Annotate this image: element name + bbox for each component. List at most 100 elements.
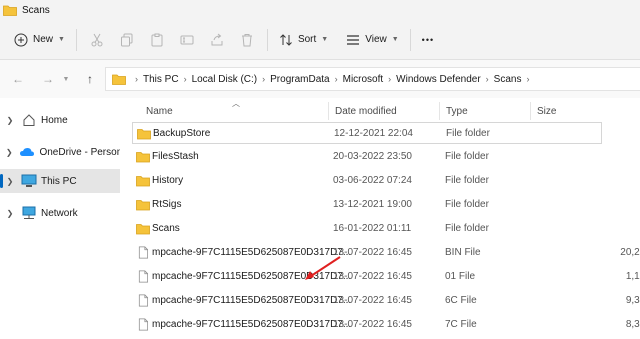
chevron-down-icon: ▼: [62, 75, 70, 83]
sidebar-item-label: OneDrive - Personal: [39, 146, 120, 158]
file-size: 9,346 KB: [625, 295, 640, 306]
file-name: RtSigs: [152, 199, 182, 210]
file-icon: [138, 246, 149, 259]
file-row[interactable]: mpcache-9F7C1115E5D625087E0D317D7... 13-0…: [132, 290, 640, 312]
arrow-up-icon: ↑: [87, 72, 93, 86]
annotation-arrow: [305, 256, 341, 280]
chevron-right-icon: ›: [135, 74, 138, 84]
scissors-icon: [91, 33, 103, 46]
toolbar-divider: [266, 28, 268, 51]
folder-icon: [136, 200, 150, 211]
chevron-right-icon[interactable]: ›: [388, 74, 391, 84]
view-button[interactable]: View ▼: [340, 26, 404, 54]
sidebar-item-onedrive[interactable]: ❯ OneDrive - Personal: [0, 140, 120, 164]
rename-button[interactable]: [172, 26, 202, 54]
sort-button[interactable]: Sort ▼: [273, 26, 334, 54]
file-row[interactable]: mpcache-9F7C1115E5D625087E0D317D7... 13-0…: [132, 314, 640, 336]
toolbar-divider: [409, 28, 411, 51]
up-button[interactable]: ↑: [78, 67, 102, 91]
breadcrumb-local-disk[interactable]: Local Disk (C:): [192, 74, 258, 85]
file-name: BackupStore: [153, 128, 211, 139]
clipboard-icon: [151, 33, 163, 46]
breadcrumb-programdata[interactable]: ProgramData: [270, 74, 329, 85]
file-size: 1,192 KB: [625, 271, 640, 282]
file-type: File folder: [445, 223, 489, 234]
file-size: 8,316 KB: [625, 319, 640, 330]
address-bar[interactable]: › This PC › Local Disk (C:) › ProgramDat…: [105, 67, 640, 91]
chevron-right-icon[interactable]: ❯: [3, 148, 15, 157]
sidebar-item-this-pc[interactable]: ❯ This PC: [0, 169, 120, 193]
delete-button[interactable]: [232, 26, 262, 54]
column-header-date[interactable]: Date modified: [335, 106, 397, 117]
file-date-modified: 13-12-2021 19:00: [333, 199, 412, 210]
folder-row[interactable]: BackupStore 12-12-2021 22:04 File folder: [132, 122, 602, 144]
toolbar-divider: [75, 28, 77, 51]
breadcrumb-this-pc[interactable]: This PC: [143, 74, 179, 85]
chevron-right-icon[interactable]: ❯: [3, 177, 17, 186]
chevron-right-icon[interactable]: ❯: [3, 209, 17, 218]
navigation-pane: ❯ Home ❯ OneDrive - Personal ❯ This PC ❯…: [0, 98, 120, 339]
breadcrumb-scans[interactable]: Scans: [494, 74, 522, 85]
more-options-button[interactable]: •••: [416, 26, 440, 54]
column-divider[interactable]: [328, 102, 329, 120]
column-divider[interactable]: [439, 102, 440, 120]
breadcrumb-microsoft[interactable]: Microsoft: [343, 74, 384, 85]
recent-locations-button[interactable]: ▼: [60, 67, 72, 91]
column-header-size[interactable]: Size: [537, 106, 556, 117]
file-list-pane: ︿ Name Date modified Type Size BackupSto…: [122, 98, 640, 339]
view-list-icon: [347, 34, 360, 45]
sidebar-item-network[interactable]: ❯ Network: [0, 201, 120, 225]
file-row[interactable]: mpcache-9F7C1115E5D625087E0D317D7... 13-0…: [132, 242, 640, 264]
file-type: 01 File: [445, 271, 476, 282]
column-header-row: ︿ Name Date modified Type Size: [122, 98, 640, 122]
network-icon: [21, 205, 37, 221]
title-bar: Scans: [0, 0, 640, 20]
forward-button[interactable]: →: [36, 67, 60, 91]
copy-button[interactable]: [112, 26, 142, 54]
file-name: mpcache-9F7C1115E5D625087E0D317D7...: [152, 319, 352, 330]
back-button[interactable]: ←: [6, 67, 30, 91]
more-dots-icon: •••: [421, 34, 435, 45]
folder-row[interactable]: Scans 16-01-2022 01:11 File folder: [132, 218, 602, 240]
sidebar-item-label: This PC: [41, 175, 77, 187]
file-date-modified: 13-07-2022 16:45: [333, 247, 412, 258]
paste-button[interactable]: [142, 26, 172, 54]
column-header-type[interactable]: Type: [446, 106, 468, 117]
command-bar: New ▼ Sort ▼ View ▼ •••: [0, 20, 640, 60]
folder-row[interactable]: History 03-06-2022 07:24 File folder: [132, 170, 602, 192]
file-name: Scans: [152, 223, 180, 234]
file-type: File folder: [445, 151, 489, 162]
file-type: File folder: [445, 199, 489, 210]
chevron-right-icon[interactable]: ›: [262, 74, 265, 84]
share-button[interactable]: [202, 26, 232, 54]
folder-row[interactable]: RtSigs 13-12-2021 19:00 File folder: [132, 194, 602, 216]
sort-label: Sort: [297, 34, 317, 45]
chevron-right-icon[interactable]: ›: [486, 74, 489, 84]
chevron-right-icon[interactable]: ›: [335, 74, 338, 84]
file-row[interactable]: mpcache-9F7C1115E5D625087E0D317D7... 13-0…: [132, 266, 640, 288]
plus-circle-icon: [14, 33, 28, 46]
cut-button[interactable]: [82, 26, 112, 54]
folder-row[interactable]: FilesStash 20-03-2022 23:50 File folder: [132, 146, 602, 168]
file-name: FilesStash: [152, 151, 199, 162]
breadcrumb-windows-defender[interactable]: Windows Defender: [396, 74, 480, 85]
file-icon: [138, 294, 149, 307]
sidebar-item-label: Network: [41, 207, 78, 219]
share-icon: [211, 33, 223, 45]
chevron-right-icon[interactable]: ›: [526, 74, 529, 84]
file-type: BIN File: [445, 247, 481, 258]
folder-icon: [136, 224, 150, 235]
file-type: 7C File: [445, 319, 477, 330]
file-date-modified: 16-01-2022 01:11: [333, 223, 412, 234]
computer-icon: [21, 173, 37, 189]
rename-icon: [180, 35, 194, 44]
cloud-icon: [19, 144, 35, 160]
chevron-right-icon[interactable]: ›: [184, 74, 187, 84]
view-label: View: [365, 34, 387, 45]
column-divider[interactable]: [530, 102, 531, 120]
sidebar-item-home[interactable]: ❯ Home: [0, 108, 120, 132]
column-header-name[interactable]: Name: [146, 106, 173, 117]
copy-icon: [120, 33, 133, 46]
chevron-right-icon[interactable]: ❯: [3, 116, 17, 125]
new-button[interactable]: New ▼: [8, 26, 71, 54]
